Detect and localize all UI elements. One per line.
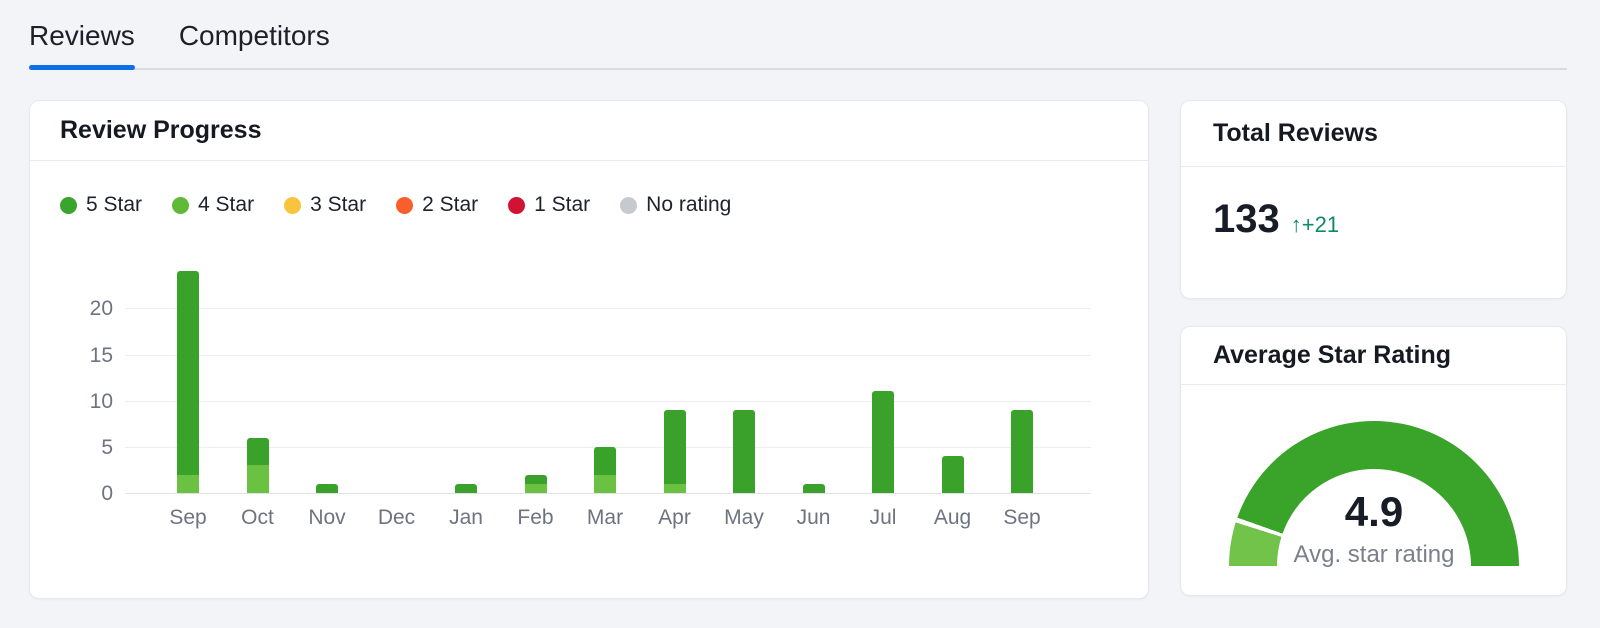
x-axis-label-sep-0: Sep — [153, 506, 223, 530]
average-star-rating-header: Average Star Rating — [1181, 327, 1566, 385]
tab-bar: Reviews Competitors — [29, 0, 1567, 70]
bar-segment-5-star — [177, 271, 199, 474]
legend-item-1-star[interactable]: 1 Star — [508, 193, 590, 217]
tab-competitors[interactable]: Competitors — [179, 0, 330, 68]
y-axis-tick-20: 20 — [63, 297, 113, 321]
bar-segment-4-star — [177, 475, 199, 493]
total-reviews-delta: ↑+21 — [1291, 212, 1339, 238]
total-reviews-value: 133 — [1213, 199, 1280, 239]
bar-segment-5-star — [316, 484, 338, 493]
bar-aug-11[interactable] — [942, 456, 964, 493]
bar-segment-5-star — [455, 484, 477, 493]
gridline-20 — [125, 308, 1091, 309]
legend-label: 4 Star — [198, 193, 254, 217]
bar-oct-1[interactable] — [247, 438, 269, 493]
gridline-0 — [125, 493, 1091, 494]
bar-segment-4-star — [247, 465, 269, 493]
x-axis-label-may-8: May — [709, 506, 779, 530]
legend-item-no-rating[interactable]: No rating — [620, 193, 731, 217]
average-star-rating-title: Average Star Rating — [1213, 341, 1451, 370]
tab-reviews[interactable]: Reviews — [29, 0, 135, 68]
bar-segment-4-star — [594, 475, 616, 493]
total-reviews-header: Total Reviews — [1181, 101, 1566, 167]
bar-sep-12[interactable] — [1011, 410, 1033, 493]
legend-label: 3 Star — [310, 193, 366, 217]
legend-item-5-star[interactable]: 5 Star — [60, 193, 142, 217]
bar-segment-5-star — [594, 447, 616, 475]
review-progress-card: Review Progress 5 Star 4 Star 3 Star 2 Star… — [29, 100, 1149, 599]
x-axis-label-jun-9: Jun — [779, 506, 849, 530]
legend-item-4-star[interactable]: 4 Star — [172, 193, 254, 217]
x-axis-label-sep-12: Sep — [987, 506, 1057, 530]
y-axis-tick-15: 15 — [63, 344, 113, 368]
x-axis-label-jan-4: Jan — [431, 506, 501, 530]
x-axis-label-oct-1: Oct — [223, 506, 293, 530]
bar-segment-5-star — [803, 484, 825, 493]
tab-competitors-label: Competitors — [179, 20, 330, 51]
gridline-10 — [125, 401, 1091, 402]
legend-label: 2 Star — [422, 193, 478, 217]
legend-dot-icon — [508, 197, 525, 214]
bar-mar-6[interactable] — [594, 447, 616, 493]
legend-dot-icon — [620, 197, 637, 214]
y-axis-tick-0: 0 — [63, 482, 113, 506]
total-reviews-card: Total Reviews 133 ↑+21 — [1180, 100, 1567, 299]
star-rating-gauge: 4.9 Avg. star rating — [1229, 421, 1519, 566]
x-axis-label-jul-10: Jul — [848, 506, 918, 530]
bar-segment-5-star — [1011, 410, 1033, 493]
bar-segment-5-star — [525, 475, 547, 484]
legend-item-3-star[interactable]: 3 Star — [284, 193, 366, 217]
bar-may-8[interactable] — [733, 410, 755, 493]
bar-sep-0[interactable] — [177, 271, 199, 493]
legend-label: No rating — [646, 193, 731, 217]
delta-value: +21 — [1302, 212, 1339, 237]
average-star-rating-card: Average Star Rating 4.9 Avg. star rating — [1180, 326, 1567, 596]
bar-feb-5[interactable] — [525, 475, 547, 493]
x-axis-label-nov-2: Nov — [292, 506, 362, 530]
legend-dot-icon — [284, 197, 301, 214]
legend-label: 5 Star — [86, 193, 142, 217]
y-axis-tick-10: 10 — [63, 390, 113, 414]
bar-jun-9[interactable] — [803, 484, 825, 493]
avg-rating-caption: Avg. star rating — [1277, 541, 1471, 569]
arrow-up-icon: ↑ — [1291, 212, 1302, 237]
x-axis-label-dec-3: Dec — [362, 506, 432, 530]
bar-nov-2[interactable] — [316, 484, 338, 493]
x-axis-label-apr-7: Apr — [640, 506, 710, 530]
bar-segment-5-star — [664, 410, 686, 484]
x-axis-label-mar-6: Mar — [570, 506, 640, 530]
bar-apr-7[interactable] — [664, 410, 686, 493]
bar-segment-4-star — [525, 484, 547, 493]
bar-segment-5-star — [942, 456, 964, 493]
x-axis-label-aug-11: Aug — [918, 506, 988, 530]
legend-dot-icon — [60, 197, 77, 214]
y-axis-tick-5: 5 — [63, 436, 113, 460]
total-reviews-title: Total Reviews — [1213, 119, 1378, 148]
legend-dot-icon — [172, 197, 189, 214]
tab-reviews-label: Reviews — [29, 20, 135, 51]
chart-legend: 5 Star 4 Star 3 Star 2 Star 1 Star No rating — [60, 193, 731, 217]
review-progress-title: Review Progress — [60, 116, 262, 145]
legend-item-2-star[interactable]: 2 Star — [396, 193, 478, 217]
bar-jan-4[interactable] — [455, 484, 477, 493]
gridline-15 — [125, 355, 1091, 356]
active-tab-underline — [29, 65, 135, 70]
review-progress-chart: 05101520SepOctNovDecJanFebMarAprMayJunJu… — [125, 254, 1091, 494]
bar-segment-5-star — [733, 410, 755, 493]
total-reviews-row: 133 ↑+21 — [1213, 199, 1339, 239]
x-axis-label-feb-5: Feb — [501, 506, 571, 530]
review-progress-header: Review Progress — [30, 101, 1148, 161]
bar-jul-10[interactable] — [872, 391, 894, 493]
avg-rating-value: 4.9 — [1277, 491, 1471, 533]
legend-label: 1 Star — [534, 193, 590, 217]
bar-segment-5-star — [247, 438, 269, 466]
legend-dot-icon — [396, 197, 413, 214]
bar-segment-5-star — [872, 391, 894, 493]
bar-segment-4-star — [664, 484, 686, 493]
